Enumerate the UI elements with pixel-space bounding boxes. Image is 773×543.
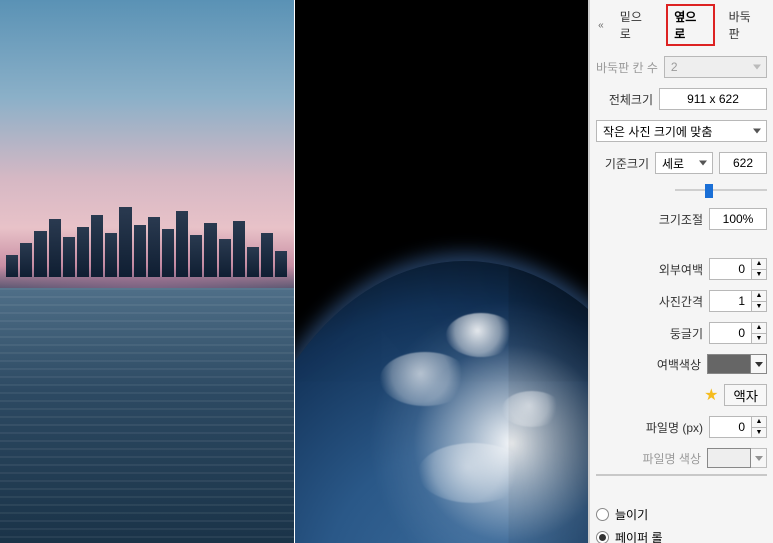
outer-margin-spinner[interactable]: ▲▼ bbox=[751, 258, 767, 280]
tab-below[interactable]: 밑으로 bbox=[614, 6, 658, 44]
radio-stretch[interactable]: 늘이기 bbox=[596, 506, 767, 523]
star-icon: ★ bbox=[704, 385, 718, 405]
roundness-input[interactable] bbox=[709, 322, 751, 344]
filename-spinner[interactable]: ▲▼ bbox=[751, 416, 767, 438]
bgcolor-label: 여백색상 bbox=[657, 356, 701, 373]
outer-margin-input[interactable] bbox=[709, 258, 751, 280]
side-panel: « 밑으로 옆으로 바둑판 바둑판 칸 수 전체크기 기준크기 bbox=[589, 0, 773, 543]
base-orient-select[interactable] bbox=[655, 152, 713, 174]
fit-mode-select[interactable] bbox=[596, 120, 767, 142]
fncolor-swatch bbox=[707, 448, 751, 468]
roundness-spinner[interactable]: ▲▼ bbox=[751, 322, 767, 344]
photo-gap-input[interactable] bbox=[709, 290, 751, 312]
radio-paper-roll[interactable]: 페이퍼 롤 bbox=[596, 529, 767, 543]
tab-side[interactable]: 옆으로 bbox=[666, 4, 714, 46]
photo-gap-label: 사진간격 bbox=[659, 293, 703, 310]
total-size-label: 전체크기 bbox=[609, 91, 653, 108]
grid-count-select bbox=[664, 56, 767, 78]
scale-value[interactable] bbox=[709, 208, 767, 230]
total-size-value bbox=[659, 88, 767, 110]
base-size-slider[interactable] bbox=[675, 182, 767, 198]
tabs-scroll-left[interactable]: « bbox=[596, 20, 606, 31]
fncolor-dropdown bbox=[751, 448, 767, 468]
bgcolor-dropdown[interactable] bbox=[751, 354, 767, 374]
bgcolor-swatch[interactable] bbox=[707, 354, 751, 374]
radio-paper-roll-label: 페이퍼 롤 bbox=[615, 529, 663, 543]
preview-canvas bbox=[0, 0, 589, 543]
filename-preview bbox=[596, 474, 767, 476]
base-size-value[interactable] bbox=[719, 152, 767, 174]
base-size-label: 기준크기 bbox=[605, 155, 649, 172]
image-slot-1 bbox=[0, 0, 294, 543]
grid-count-label: 바둑판 칸 수 bbox=[596, 59, 658, 76]
filename-label: 파일명 (px) bbox=[646, 419, 703, 436]
image-slot-2 bbox=[294, 0, 589, 543]
tab-grid[interactable]: 바둑판 bbox=[723, 6, 767, 44]
photo-gap-spinner[interactable]: ▲▼ bbox=[751, 290, 767, 312]
scale-label: 크기조절 bbox=[659, 211, 703, 228]
filename-input[interactable] bbox=[709, 416, 751, 438]
radio-stretch-label: 늘이기 bbox=[615, 506, 648, 523]
roundness-label: 둥글기 bbox=[670, 325, 703, 342]
fncolor-label: 파일명 색상 bbox=[642, 450, 701, 467]
frame-button[interactable]: 액자 bbox=[724, 384, 767, 406]
outer-margin-label: 외부여백 bbox=[659, 261, 703, 278]
